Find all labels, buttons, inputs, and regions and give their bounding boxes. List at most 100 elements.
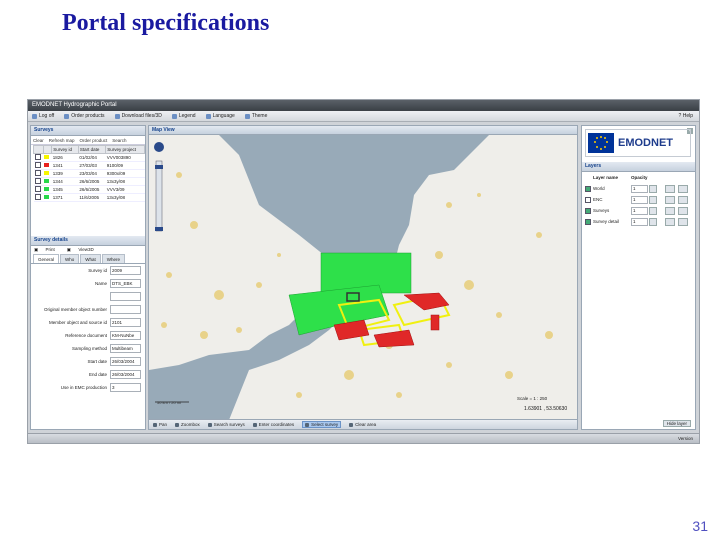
layers-column-header: Layer name Opacity xyxy=(582,172,695,183)
refresh-map-button[interactable]: Refresh map xyxy=(49,138,75,143)
layer-name: World xyxy=(593,186,605,191)
search-icon xyxy=(207,422,212,427)
table-row[interactable]: 1345 26/6/2005 VVV3/09 xyxy=(33,185,145,194)
detail-field: Member object and source id 2101 xyxy=(31,316,145,329)
menu-log-off[interactable]: Log off xyxy=(32,113,54,119)
search-button[interactable]: Search xyxy=(112,138,126,143)
opacity-dropdown-icon[interactable] xyxy=(649,217,657,226)
row-checkbox[interactable] xyxy=(33,177,44,186)
table-row[interactable]: 1371 11/6/2005 13x3y/08 xyxy=(33,193,145,202)
map-coordinates: 1.63901 , 53.50630 xyxy=(524,406,568,412)
field-value[interactable]: 2101 xyxy=(110,318,141,327)
zoombox-tool[interactable]: Zoombox xyxy=(175,422,200,427)
table-row[interactable]: 1344 26/6/2005 13x3y/08 xyxy=(33,177,145,186)
map-scale: Scale = 1 : 250 xyxy=(517,396,548,401)
row-start-date: 26/6/2005 xyxy=(78,177,106,186)
layer-up-button[interactable] xyxy=(665,206,675,215)
tab-where[interactable]: Where xyxy=(101,254,126,263)
col-opacity: Opacity xyxy=(631,175,648,180)
clear-area-tool[interactable]: Clear area xyxy=(349,422,376,427)
row-checkbox[interactable] xyxy=(33,185,44,194)
portal-screenshot: EMODNET Hydrographic Portal Log off Orde… xyxy=(27,99,700,444)
opacity-dropdown-icon[interactable] xyxy=(649,206,657,215)
table-row[interactable]: 1339 23/03/04 9300x/09 xyxy=(33,169,145,178)
menu-theme[interactable]: Theme xyxy=(244,113,267,119)
layer-up-button[interactable] xyxy=(665,217,675,226)
col-survey-id[interactable]: Survey id xyxy=(51,145,79,154)
field-label: Start date xyxy=(87,359,107,364)
map-canvas[interactable] xyxy=(149,135,577,420)
col-survey-project[interactable]: Survey project xyxy=(105,145,145,154)
detail-field: Survey id 2009 xyxy=(31,264,145,277)
surveys-header: Surveys xyxy=(31,126,145,136)
tab-who[interactable]: Who xyxy=(60,254,80,263)
layer-down-button[interactable] xyxy=(678,206,688,215)
layer-down-button[interactable] xyxy=(678,184,688,193)
field-value[interactable]: 26/03/2004 xyxy=(110,357,141,366)
col-start-date[interactable]: Start date xyxy=(77,145,107,154)
row-color-swatch xyxy=(43,161,52,170)
field-label: Survey id xyxy=(88,268,107,273)
menu-order-products[interactable]: Order products xyxy=(64,113,105,119)
menu-download[interactable]: Download files/3D xyxy=(114,113,162,119)
row-checkbox[interactable] xyxy=(33,169,44,178)
layer-down-button[interactable] xyxy=(678,217,688,226)
detail-field: Sampling method Multibeam xyxy=(31,342,145,355)
select-icon xyxy=(305,422,310,427)
tab-what[interactable]: What xyxy=(80,254,101,263)
legend-icon xyxy=(171,113,177,119)
status-text: Version xyxy=(677,436,693,441)
details-toolbar: ▣ Print ▣ View3D xyxy=(31,246,145,254)
field-label: Sampling method xyxy=(71,346,107,351)
field-label: Member object and source id xyxy=(48,320,107,325)
layer-row: World 1 xyxy=(582,183,695,194)
menu-legend[interactable]: Legend xyxy=(171,113,196,119)
row-start-date: 26/6/2005 xyxy=(78,185,106,194)
opacity-dropdown-icon[interactable] xyxy=(649,195,657,204)
print-button[interactable]: ▣ Print xyxy=(34,247,61,253)
detail-field: End date 26/03/2004 xyxy=(31,368,145,381)
layer-up-button[interactable] xyxy=(665,184,675,193)
opacity-select[interactable]: 1 xyxy=(631,184,648,193)
enter-coordinates-tool[interactable]: Enter coordinates xyxy=(252,422,294,427)
select-survey-tool[interactable]: Select survey xyxy=(302,421,342,428)
pan-tool[interactable]: Pan xyxy=(153,422,167,427)
zoom-in-icon xyxy=(155,165,163,169)
opacity-dropdown-icon[interactable] xyxy=(649,184,657,193)
field-value[interactable]: 2009 xyxy=(110,266,141,275)
left-panel: Surveys Clear Refresh map Order product … xyxy=(30,125,146,430)
clear-button[interactable]: Clear xyxy=(33,138,44,143)
row-checkbox[interactable] xyxy=(33,161,44,170)
layer-down-button[interactable] xyxy=(678,195,688,204)
field-value[interactable]: DTS_EBK xyxy=(110,279,141,288)
field-value[interactable]: Multibeam xyxy=(110,344,141,353)
map-view[interactable]: Map View 50 km / 20 mi Scale = 1: 250 1… xyxy=(148,125,578,430)
help-icon: ? xyxy=(678,113,682,119)
help-button[interactable]: ? Help xyxy=(679,113,693,119)
detail-field: Start date 26/03/2004 xyxy=(31,355,145,368)
row-survey-project: VVV3/09 xyxy=(105,185,145,194)
row-checkbox[interactable] xyxy=(33,153,44,162)
field-value[interactable]: KM-NuNbe xyxy=(110,331,141,340)
table-row[interactable]: 1341 27/03/03 9100/09 xyxy=(33,161,145,170)
field-value[interactable] xyxy=(110,292,141,301)
hide-layer-button[interactable]: Hide layer xyxy=(662,420,691,427)
field-value[interactable]: 26/03/2004 xyxy=(110,370,141,379)
pan-icon xyxy=(153,422,157,427)
opacity-select[interactable]: 1 xyxy=(631,206,648,215)
opacity-select[interactable]: 1 xyxy=(631,195,648,204)
opacity-select[interactable]: 1 xyxy=(631,217,648,226)
row-color-swatch xyxy=(43,153,52,162)
search-surveys-tool[interactable]: Search surveys xyxy=(207,422,245,427)
table-row[interactable]: 1826 01/02/04 VVV003890 xyxy=(33,153,145,162)
menu-language[interactable]: Language xyxy=(205,113,235,119)
view3d-button[interactable]: ▣ View3D xyxy=(67,247,100,253)
layer-up-button[interactable] xyxy=(665,195,675,204)
order-product-button[interactable]: Order product xyxy=(80,138,108,143)
tab-general[interactable]: General xyxy=(33,254,60,263)
zoombox-icon xyxy=(175,422,180,427)
row-checkbox[interactable] xyxy=(33,193,44,202)
field-value[interactable]: 3 xyxy=(110,383,141,392)
window-title: EMODNET Hydrographic Portal xyxy=(28,100,699,111)
field-value[interactable] xyxy=(110,305,141,314)
